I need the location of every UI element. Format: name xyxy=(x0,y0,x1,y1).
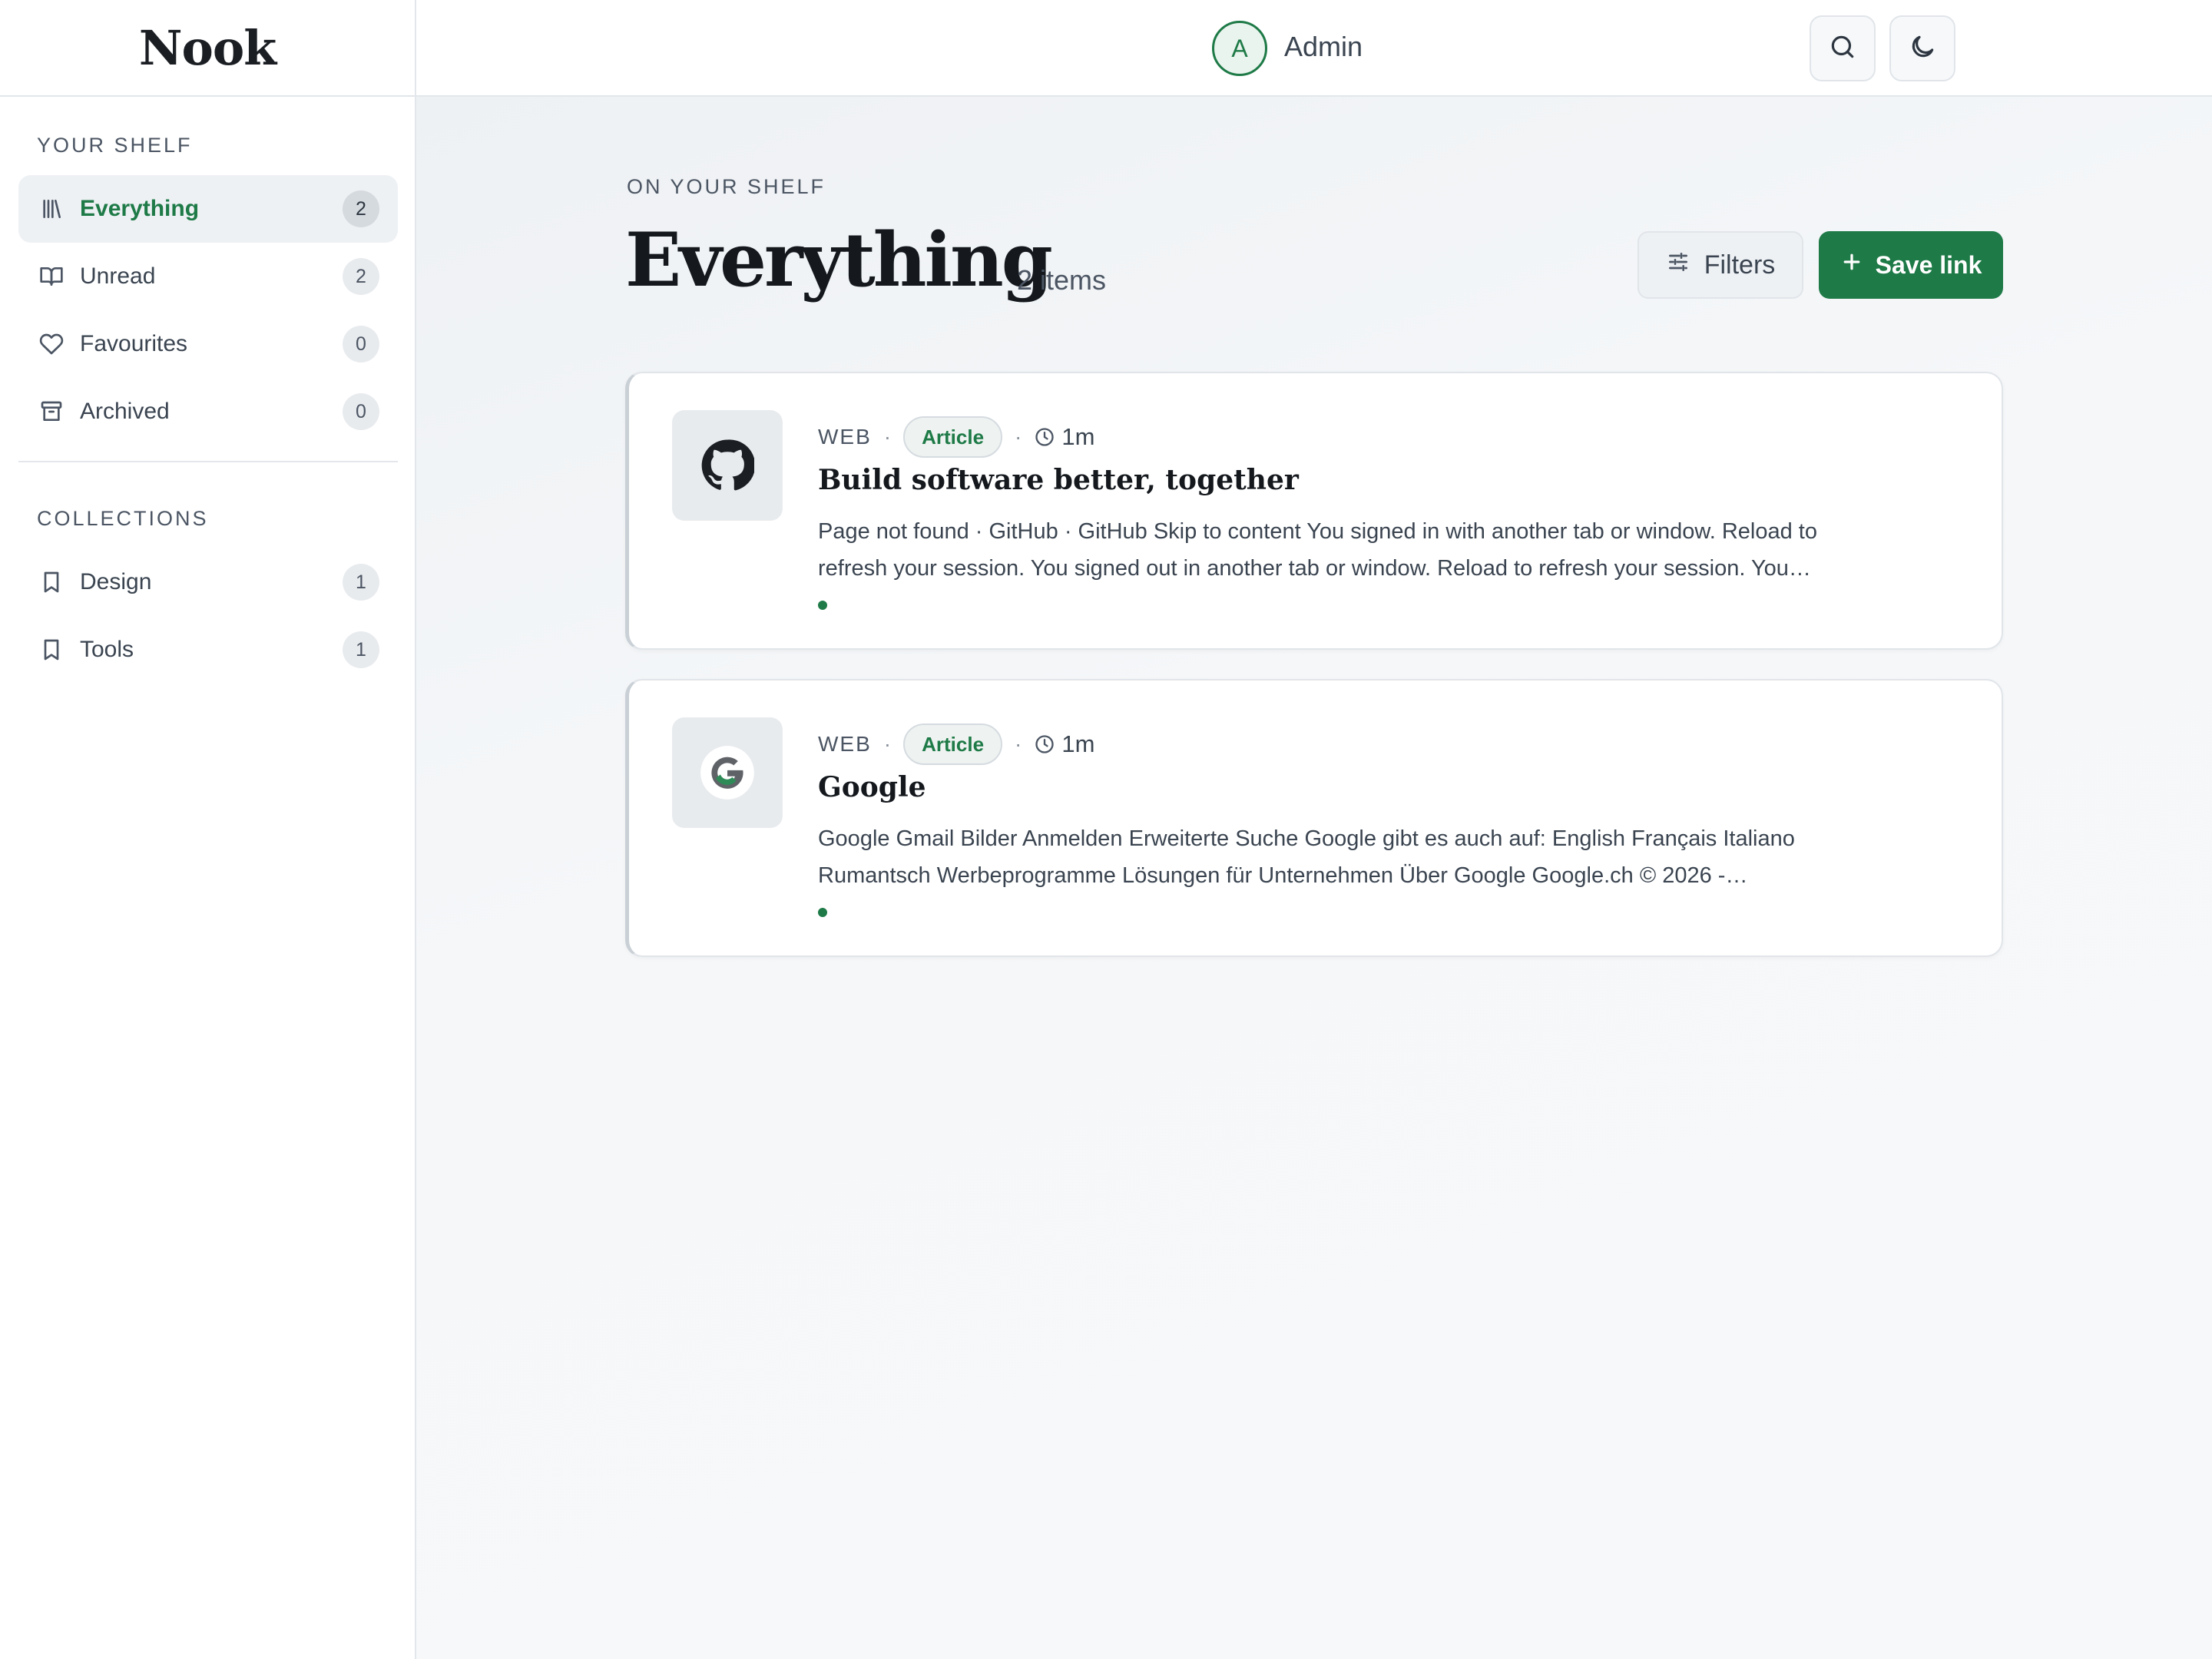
sidebar-divider xyxy=(18,461,398,462)
sidebar-item-count: 0 xyxy=(343,326,379,363)
sidebar-item-design[interactable]: Design 1 xyxy=(18,548,398,616)
clock-icon xyxy=(1035,428,1055,446)
avatar[interactable]: A xyxy=(1212,21,1267,76)
shelf-section-label: YOUR SHELF xyxy=(37,134,193,157)
theme-toggle-button[interactable] xyxy=(1889,15,1955,81)
sidebar-item-unread[interactable]: Unread 2 xyxy=(18,243,398,310)
type-badge[interactable]: Article xyxy=(903,416,1003,458)
sidebar-item-tools[interactable]: Tools 1 xyxy=(18,616,398,684)
collections-section-label: COLLECTIONS xyxy=(37,507,209,530)
sidebar-item-archived[interactable]: Archived 0 xyxy=(18,378,398,445)
card-meta: WEB · Article · 1m xyxy=(818,724,1094,765)
card-description: Google Gmail Bilder Anmelden Erweiterte … xyxy=(818,826,1795,888)
sidebar-item-everything[interactable]: Everything 2 xyxy=(18,175,398,243)
card-meta: WEB · Article · 1m xyxy=(818,416,1094,458)
meta-separator: · xyxy=(1015,732,1022,756)
search-button[interactable] xyxy=(1810,15,1876,81)
page-title: Everything xyxy=(625,217,1053,303)
reading-time: 1m xyxy=(1034,423,1094,451)
bookmark-icon xyxy=(38,637,65,663)
sidebar-item-count: 2 xyxy=(343,258,379,295)
sliders-icon xyxy=(1666,250,1690,281)
type-badge[interactable]: Article xyxy=(903,724,1003,765)
book-open-icon xyxy=(38,263,65,290)
page-eyebrow: ON YOUR SHELF xyxy=(627,175,826,198)
main-content: ON YOUR SHELF Everything 2 items Filters… xyxy=(416,97,2212,1659)
card-description: Page not found · GitHub · GitHub Skip to… xyxy=(818,519,1817,581)
card-title[interactable]: Build software better, together xyxy=(818,464,1299,496)
bookmark-icon xyxy=(38,569,65,595)
sidebar-item-label: Design xyxy=(80,569,152,594)
reading-time-value: 1m xyxy=(1061,730,1095,757)
reading-time-value: 1m xyxy=(1061,423,1095,450)
unread-indicator xyxy=(818,601,827,610)
sidebar-item-count: 1 xyxy=(343,631,379,668)
meta-separator: · xyxy=(883,425,892,449)
plus-icon xyxy=(1840,250,1863,280)
save-link-button[interactable]: Save link xyxy=(1819,231,2003,299)
items-count: 2 items xyxy=(1017,264,1107,296)
bookmark-card[interactable]: WEB · Article · 1m Google Google Gmail B… xyxy=(625,679,2003,957)
sidebar: Nook YOUR SHELF Everything 2 Unread 2 Fa… xyxy=(0,0,416,1659)
sidebar-item-label: Archived xyxy=(80,399,170,424)
source-label: WEB xyxy=(818,425,872,449)
meta-separator: · xyxy=(1015,425,1022,449)
archive-icon xyxy=(38,399,65,425)
app-logo[interactable]: Nook xyxy=(0,0,415,97)
sidebar-item-count: 1 xyxy=(343,564,379,601)
sidebar-item-label: Everything xyxy=(80,196,200,221)
heart-icon xyxy=(38,331,65,357)
library-icon xyxy=(38,196,65,222)
sidebar-item-count: 0 xyxy=(343,393,379,430)
sidebar-item-label: Unread xyxy=(80,263,156,289)
filters-button[interactable]: Filters xyxy=(1637,231,1803,299)
user-name[interactable]: Admin xyxy=(1284,31,1363,63)
moon-icon xyxy=(1908,32,1937,65)
github-icon xyxy=(672,410,783,521)
card-title[interactable]: Google xyxy=(818,771,926,803)
reading-time: 1m xyxy=(1034,730,1094,758)
bookmark-card[interactable]: WEB · Article · 1m Build software better… xyxy=(625,372,2003,650)
search-icon xyxy=(1828,32,1857,65)
unread-indicator xyxy=(818,908,827,917)
google-icon xyxy=(672,717,783,828)
save-link-label: Save link xyxy=(1875,250,1982,279)
sidebar-item-label: Favourites xyxy=(80,331,188,356)
top-bar: A Admin xyxy=(416,0,2212,97)
source-label: WEB xyxy=(818,732,872,756)
clock-icon xyxy=(1035,735,1055,753)
sidebar-item-favourites[interactable]: Favourites 0 xyxy=(18,310,398,378)
sidebar-item-count: 2 xyxy=(343,190,379,227)
filters-label: Filters xyxy=(1704,250,1776,280)
meta-separator: · xyxy=(883,732,892,756)
sidebar-item-label: Tools xyxy=(80,637,134,662)
